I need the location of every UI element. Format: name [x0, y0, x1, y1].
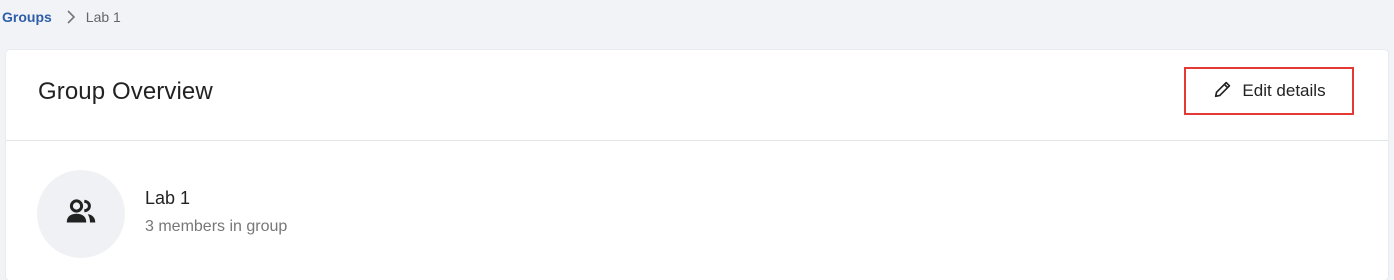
group-people-icon: [63, 194, 99, 235]
chevron-right-icon: [66, 10, 76, 24]
edit-details-label: Edit details: [1242, 81, 1326, 100]
breadcrumb-current: Lab 1: [85, 9, 121, 25]
group-info: Lab 1 3 members in group: [145, 170, 287, 236]
avatar: [37, 170, 125, 258]
group-overview-card: Group Overview Edit details Lab 1 3 memb…: [6, 50, 1388, 280]
group-summary: Lab 1 3 members in group: [37, 170, 287, 258]
breadcrumb: Groups Lab 1: [2, 6, 121, 28]
breadcrumb-groups-link[interactable]: Groups: [2, 9, 52, 25]
group-member-count: 3 members in group: [145, 218, 288, 235]
group-name: Lab 1: [145, 188, 191, 208]
pencil-icon: [1212, 78, 1234, 105]
card-header: Group Overview Edit details: [6, 50, 1388, 141]
edit-details-button[interactable]: Edit details: [1184, 67, 1354, 115]
page-title: Group Overview: [38, 78, 213, 105]
